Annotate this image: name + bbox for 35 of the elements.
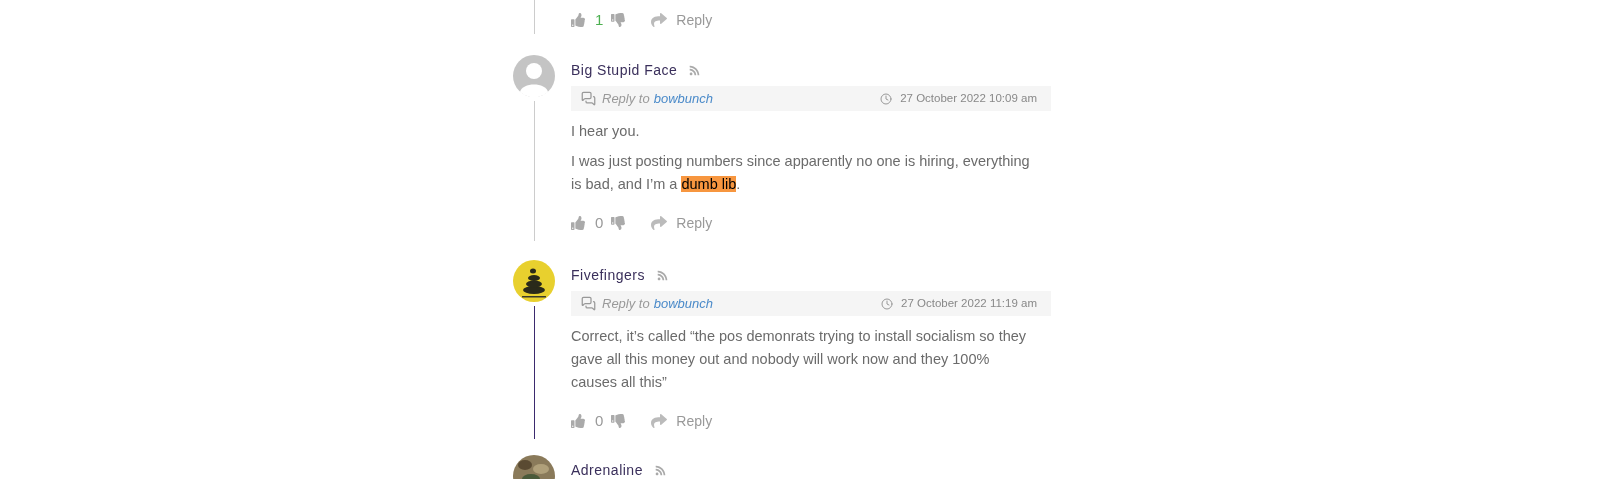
comment-date: 27 October 2022 10:09 am (900, 90, 1037, 106)
rss-icon (689, 64, 701, 76)
reply-arrow-icon (651, 12, 668, 28)
reply-to-label: Reply to (602, 294, 650, 313)
comment-text: I was just posting numbers since apparently no one is hiring, everything is bad, and I’m a dumb lib. (571, 152, 1031, 194)
thumbs-down-icon[interactable] (611, 216, 626, 230)
reply-link[interactable]: Reply (676, 410, 713, 432)
thumbs-down-icon[interactable] (611, 13, 626, 27)
reply-to-label: Reply to (602, 89, 650, 108)
comments-icon (581, 296, 596, 311)
thumbs-up-icon[interactable] (571, 414, 585, 428)
comment-text: I hear you. (571, 122, 641, 141)
reply-arrow-icon (651, 215, 668, 231)
clock-icon (880, 92, 893, 105)
author-name[interactable]: Fivefingers (571, 264, 645, 286)
thumbs-up-icon[interactable] (571, 13, 585, 27)
reply-to-link[interactable]: bowbunch (653, 293, 713, 314)
author-name[interactable]: Adrenaline (571, 459, 643, 479)
comment-text: Correct, it’s called “the pos demonrats trying to install socialism so they gave all this money out and nobody will work now and they 100% causes all this” (571, 327, 1028, 392)
thumbs-down-icon[interactable] (611, 414, 626, 428)
vote-count: 1 (595, 9, 604, 30)
avatar-icon (513, 55, 555, 97)
rss-icon (656, 269, 668, 281)
reply-link[interactable]: Reply (676, 212, 713, 234)
author-name[interactable]: Big Stupid Face (571, 59, 678, 81)
reply-arrow-icon (651, 413, 668, 429)
clock-icon (881, 297, 894, 310)
thumbs-up-icon[interactable] (571, 216, 585, 230)
reply-to-link[interactable]: bowbunch (653, 88, 713, 109)
comment-date: 27 October 2022 11:19 am (901, 295, 1037, 311)
comments-icon (581, 91, 596, 106)
reply-link[interactable]: Reply (676, 9, 713, 31)
vote-count: 0 (595, 410, 604, 431)
rss-icon (654, 464, 666, 476)
vote-count: 0 (595, 212, 604, 233)
